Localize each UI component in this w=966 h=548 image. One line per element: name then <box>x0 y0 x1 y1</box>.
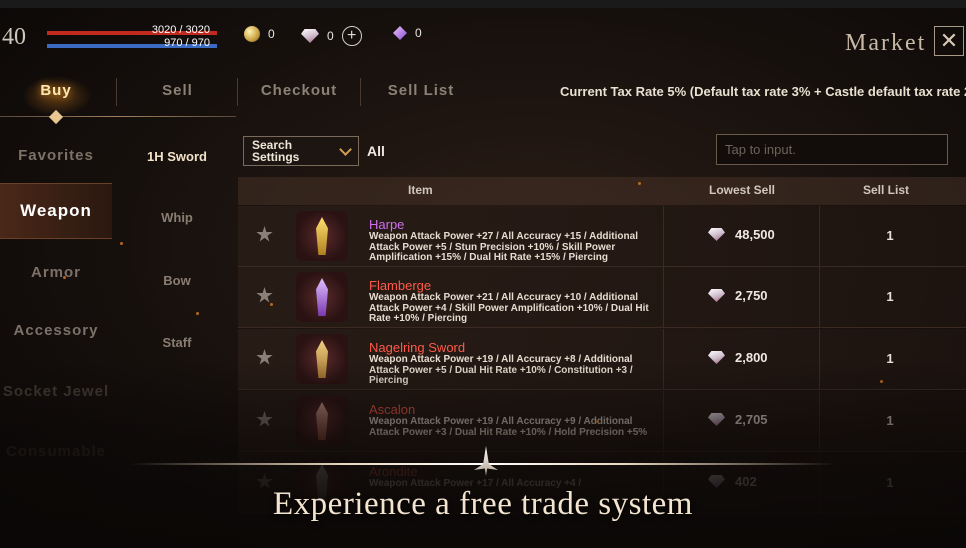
lowest-sell-price: 2,750 <box>708 288 768 303</box>
sell-list-count: 1 <box>886 413 894 428</box>
sword-icon <box>296 211 348 261</box>
tab-divider <box>237 78 238 106</box>
hp-text: 3020 / 3020 <box>151 24 210 36</box>
sword-icon <box>296 396 348 446</box>
sword-icon <box>296 334 348 384</box>
item-name: Arondite <box>369 464 418 479</box>
search-input[interactable] <box>716 134 948 165</box>
ember-particle <box>880 380 883 383</box>
close-button[interactable]: ✕ <box>934 26 964 56</box>
category-armor[interactable]: Armor <box>0 244 112 300</box>
subcategory-staff[interactable]: Staff <box>122 322 232 362</box>
level-badge: 40 <box>2 24 26 50</box>
category-favorites[interactable]: Favorites <box>0 127 112 183</box>
category-consumable[interactable]: Consumable <box>0 423 112 479</box>
sell-list-count: 1 <box>886 289 894 304</box>
diamond-currency: 0 + <box>301 26 362 46</box>
search-settings-label: Search Settings <box>252 138 300 164</box>
ember-particle <box>120 242 123 245</box>
ember-particle <box>270 303 273 306</box>
subcategory-whip[interactable]: Whip <box>122 197 232 237</box>
subcategory-1h-sword[interactable]: 1H Sword <box>122 136 232 176</box>
tab-sell[interactable]: Sell <box>140 70 215 110</box>
category-weapon[interactable]: Weapon <box>0 183 112 239</box>
crystal-amount: 0 <box>415 26 422 40</box>
crystal-icon <box>393 26 407 40</box>
diamond-icon <box>708 228 725 241</box>
close-icon: ✕ <box>939 28 959 53</box>
tab-divider <box>360 78 361 106</box>
market-tabs: Buy Sell Checkout Sell List Current Tax … <box>0 70 966 125</box>
table-header: Item Lowest Sell Sell List <box>238 177 966 205</box>
item-name: Harpe <box>369 217 405 232</box>
page-title: Market <box>845 30 927 56</box>
item-description: Weapon Attack Power +21 / All Accuracy +… <box>369 292 649 324</box>
tab-underline <box>0 116 236 117</box>
lowest-sell-price: 2,705 <box>708 412 768 427</box>
gold-amount: 0 <box>268 27 275 41</box>
tax-notice: Current Tax Rate 5% (Default tax rate 3%… <box>560 84 966 99</box>
chevron-down-icon <box>339 143 352 156</box>
mp-text: 970 / 970 <box>164 37 210 49</box>
item-name: Nagelring Sword <box>369 340 466 355</box>
market-screen: 40 3020 / 3020 970 / 970 0 0 + 0 Market … <box>0 0 966 548</box>
item-description: Weapon Attack Power +19 / All Accuracy +… <box>369 416 648 438</box>
gold-coin-icon <box>244 26 260 42</box>
search-settings-dropdown[interactable]: Search Settings <box>243 136 359 166</box>
tab-sell-list[interactable]: Sell List <box>380 70 462 110</box>
gold-currency: 0 <box>244 26 275 42</box>
crystal-currency: 0 <box>393 26 422 40</box>
column-header-lowest-sell: Lowest Sell <box>709 183 776 197</box>
promo-banner-text: Experience a free trade system <box>273 486 693 522</box>
sell-list-count: 1 <box>886 228 894 243</box>
top-strip <box>0 0 966 8</box>
tab-divider <box>116 78 117 106</box>
add-currency-button[interactable]: + <box>341 26 362 46</box>
lowest-sell-price: 2,800 <box>708 350 768 365</box>
category-accessory[interactable]: Accessory <box>0 302 112 358</box>
table-row[interactable]: Ascalon Weapon Attack Power +19 / All Ac… <box>238 391 966 452</box>
lowest-sell-price: 48,500 <box>708 227 775 242</box>
sword-icon <box>296 272 348 322</box>
ember-particle <box>63 276 66 279</box>
item-description: Weapon Attack Power +27 / All Accuracy +… <box>369 231 638 263</box>
diamond-amount: 0 <box>327 29 334 43</box>
ember-particle <box>638 182 641 185</box>
item-name: Flamberge <box>369 278 432 293</box>
ember-particle <box>196 312 199 315</box>
column-header-sell-list: Sell List <box>863 183 910 197</box>
column-header-item: Item <box>408 183 433 197</box>
subcategory-bow[interactable]: Bow <box>122 260 232 300</box>
sell-list-count: 1 <box>886 351 894 366</box>
tab-checkout[interactable]: Checkout <box>255 70 343 110</box>
table-row[interactable]: Harpe Weapon Attack Power +27 / All Accu… <box>238 206 966 267</box>
item-description: Weapon Attack Power +19 / All Accuracy +… <box>369 354 633 386</box>
ember-particle <box>596 420 599 423</box>
category-socket-jewel[interactable]: Socket Jewel <box>0 363 112 419</box>
diamond-icon <box>708 413 725 426</box>
table-row[interactable]: Nagelring Sword Weapon Attack Power +19 … <box>238 329 966 390</box>
diamond-icon <box>301 29 319 43</box>
filter-selected-value: All <box>367 143 385 159</box>
table-row[interactable]: Flamberge Weapon Attack Power +21 / All … <box>238 267 966 328</box>
tab-buy[interactable]: Buy <box>20 70 92 110</box>
diamond-icon <box>708 351 725 364</box>
item-name: Ascalon <box>369 402 416 417</box>
diamond-icon <box>708 289 725 302</box>
